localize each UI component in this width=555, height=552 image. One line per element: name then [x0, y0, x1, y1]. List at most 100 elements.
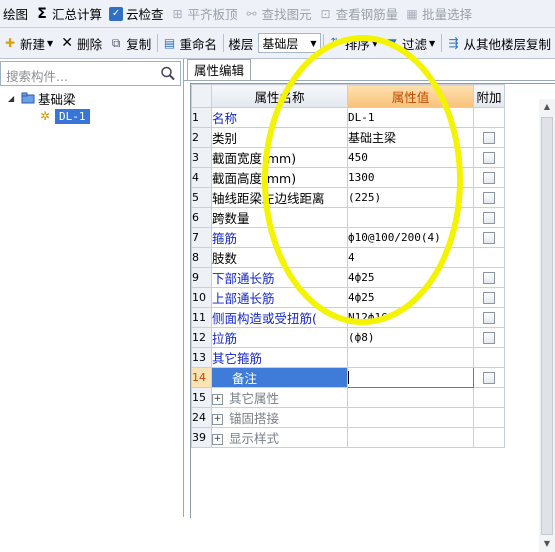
- table-row[interactable]: 3 截面宽度(mm) 450: [192, 148, 505, 168]
- extra-checkbox[interactable]: [474, 328, 505, 348]
- extra-checkbox[interactable]: [474, 188, 505, 208]
- corner-cell: [192, 85, 212, 108]
- group-cell[interactable]: +显示样式: [212, 428, 348, 448]
- cloud-check-button[interactable]: ✓ 云检查: [106, 3, 168, 25]
- align-slab-label: 平齐板顶: [188, 4, 238, 23]
- vertical-scrollbar[interactable]: ▲ ▼: [539, 99, 555, 552]
- prop-value[interactable]: DL-1: [348, 108, 474, 128]
- prop-value[interactable]: (225): [348, 188, 474, 208]
- prop-value[interactable]: 4: [348, 248, 474, 268]
- table-row-group[interactable]: 15 +其它属性: [192, 388, 505, 408]
- prop-value[interactable]: ф10@100/200(4): [348, 228, 474, 248]
- copy-from-floor-button[interactable]: ⇶ 从其他楼层复制: [444, 32, 555, 54]
- table-row[interactable]: 13 其它箍筋: [192, 348, 505, 368]
- prop-name: 截面高度(mm): [212, 168, 348, 188]
- prop-value-editor[interactable]: [348, 368, 474, 388]
- extra-checkbox[interactable]: [474, 168, 505, 188]
- prop-value[interactable]: 450: [348, 148, 474, 168]
- find-element-label: 查找图元: [262, 4, 312, 23]
- table-row-group[interactable]: 24 +锚固搭接: [192, 408, 505, 428]
- extra-checkbox[interactable]: [474, 148, 505, 168]
- prop-value[interactable]: 4ф25: [348, 268, 474, 288]
- header-extra[interactable]: 附加: [474, 85, 505, 108]
- table-row[interactable]: 7 箍筋 ф10@100/200(4): [192, 228, 505, 248]
- header-value[interactable]: 属性值: [348, 85, 474, 108]
- extra-checkbox[interactable]: [474, 268, 505, 288]
- prop-name: 箍筋: [212, 228, 348, 248]
- property-grid: 属性名称 属性值 附加 1 名称 DL-1 2 类别 基础主梁: [190, 83, 555, 518]
- expand-icon[interactable]: +: [212, 394, 223, 405]
- expand-icon[interactable]: +: [212, 414, 223, 425]
- sum-calc-button[interactable]: Σ 汇总计算: [32, 3, 106, 25]
- header-name[interactable]: 属性名称: [212, 85, 348, 108]
- table-row[interactable]: 5 轴线距梁左边线距离 (225): [192, 188, 505, 208]
- group-cell[interactable]: +锚固搭接: [212, 408, 348, 428]
- align-slab-button[interactable]: ⊞ 平齐板顶: [168, 3, 242, 25]
- checkbox-icon: [483, 372, 495, 384]
- prop-value[interactable]: 1300: [348, 168, 474, 188]
- delete-label: 删除: [77, 34, 102, 53]
- new-icon: ✚: [3, 36, 17, 50]
- table-row[interactable]: 11 侧面构造或受扭筋( N12ф16: [192, 308, 505, 328]
- tree-item-child[interactable]: ✲ DL-1: [0, 107, 183, 125]
- extra-checkbox[interactable]: [474, 368, 505, 388]
- table-row[interactable]: 4 截面高度(mm) 1300: [192, 168, 505, 188]
- collapse-icon[interactable]: ◢: [8, 94, 17, 103]
- table-row[interactable]: 6 跨数量: [192, 208, 505, 228]
- batch-select-button[interactable]: ▦ 批量选择: [402, 3, 476, 25]
- table-row[interactable]: 12 拉筋 (ф8): [192, 328, 505, 348]
- table-row[interactable]: 10 上部通长筋 4ф25: [192, 288, 505, 308]
- checkbox-icon: [483, 312, 495, 324]
- tab-divider: [184, 80, 555, 81]
- prop-value[interactable]: N12ф16: [348, 308, 474, 328]
- search-input[interactable]: 搜索构件...: [0, 61, 181, 86]
- search-icon[interactable]: [159, 65, 177, 82]
- prop-value[interactable]: 基础主梁: [348, 128, 474, 148]
- table-row[interactable]: 2 类别 基础主梁: [192, 128, 505, 148]
- prop-name: 名称: [212, 108, 348, 128]
- checkbox-icon: [483, 212, 495, 224]
- extra-checkbox[interactable]: [474, 308, 505, 328]
- scroll-up-icon[interactable]: ▲: [539, 99, 555, 115]
- prop-value[interactable]: 4ф25: [348, 288, 474, 308]
- view-rebar-button[interactable]: ⊡ 查看钢筋量: [316, 3, 403, 25]
- prop-value[interactable]: (ф8): [348, 328, 474, 348]
- search-placeholder: 搜索构件...: [6, 66, 68, 85]
- component-toolbar: ✚ 新建 ▼ ✕ 删除 ⧉ 复制 ▤ 重命名 楼层 基础层 ▼ ⇅ 排序 ▼ ▼…: [0, 28, 555, 59]
- tab-property-edit[interactable]: 属性编辑: [187, 59, 251, 81]
- text-caret: [348, 371, 349, 384]
- extra-cell: [474, 108, 505, 128]
- copy-button[interactable]: ⧉ 复制: [106, 32, 155, 54]
- draw-button[interactable]: 绘图: [0, 3, 32, 25]
- table-row-group[interactable]: 39 +显示样式: [192, 428, 505, 448]
- table-row-selected[interactable]: 14 备注: [192, 368, 505, 388]
- table-row[interactable]: 9 下部通长筋 4ф25: [192, 268, 505, 288]
- extra-checkbox[interactable]: [474, 128, 505, 148]
- scroll-thumb[interactable]: [541, 117, 553, 535]
- filter-button[interactable]: ▼ 过滤 ▼: [382, 32, 439, 54]
- new-button[interactable]: ✚ 新建 ▼: [0, 32, 57, 54]
- extra-checkbox[interactable]: [474, 208, 505, 228]
- prop-name: 上部通长筋: [212, 288, 348, 308]
- prop-name: 其它箍筋: [212, 348, 348, 368]
- tree-leaf: ✲ DL-1: [38, 109, 90, 124]
- row-index: 6: [192, 208, 212, 228]
- rename-button[interactable]: ▤ 重命名: [160, 32, 222, 54]
- extra-checkbox[interactable]: [474, 288, 505, 308]
- batch-select-label: 批量选择: [422, 4, 472, 23]
- delete-button[interactable]: ✕ 删除: [57, 32, 106, 54]
- tree-item-parent[interactable]: ◢ 基础梁: [0, 89, 183, 107]
- floor-select[interactable]: 基础层 ▼: [258, 33, 320, 53]
- row-index: 39: [192, 428, 212, 448]
- table-row[interactable]: 1 名称 DL-1: [192, 108, 505, 128]
- expand-icon[interactable]: +: [212, 434, 223, 445]
- table-row[interactable]: 8 肢数 4: [192, 248, 505, 268]
- prop-value[interactable]: [348, 208, 474, 228]
- row-index: 7: [192, 228, 212, 248]
- sort-button[interactable]: ⇅ 排序 ▼: [325, 32, 382, 54]
- extra-checkbox[interactable]: [474, 228, 505, 248]
- prop-value[interactable]: [348, 348, 474, 368]
- find-element-button[interactable]: ⚯ 查找图元: [242, 3, 316, 25]
- scroll-down-icon[interactable]: ▼: [539, 536, 555, 552]
- group-cell[interactable]: +其它属性: [212, 388, 348, 408]
